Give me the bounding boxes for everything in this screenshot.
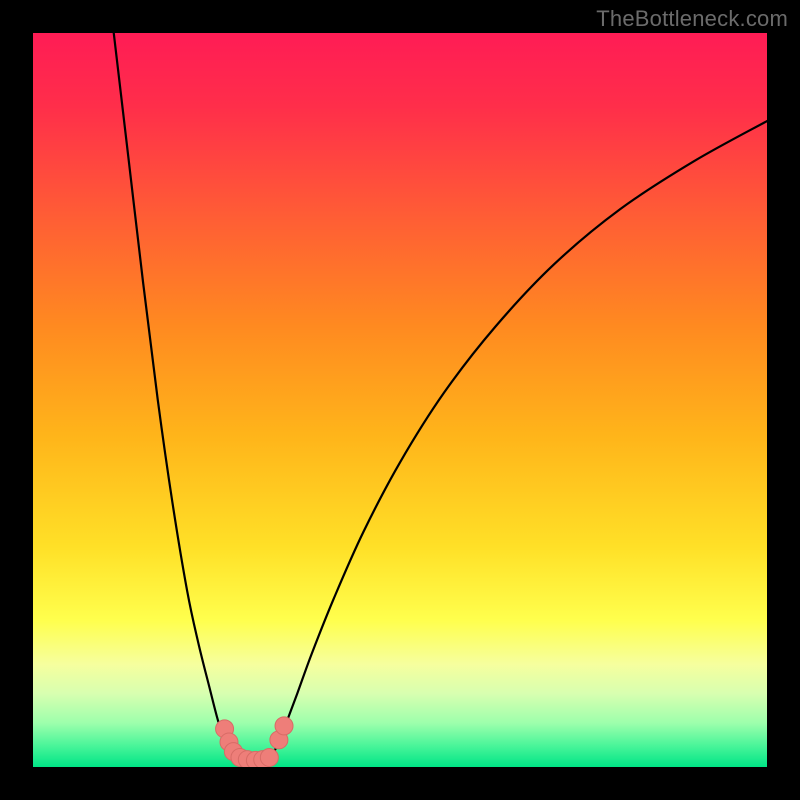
data-marker xyxy=(260,748,278,766)
watermark-text: TheBottleneck.com xyxy=(596,6,788,32)
chart-frame: TheBottleneck.com xyxy=(0,0,800,800)
plot-background xyxy=(33,33,767,767)
data-marker xyxy=(275,717,293,735)
bottleneck-chart xyxy=(0,0,800,800)
